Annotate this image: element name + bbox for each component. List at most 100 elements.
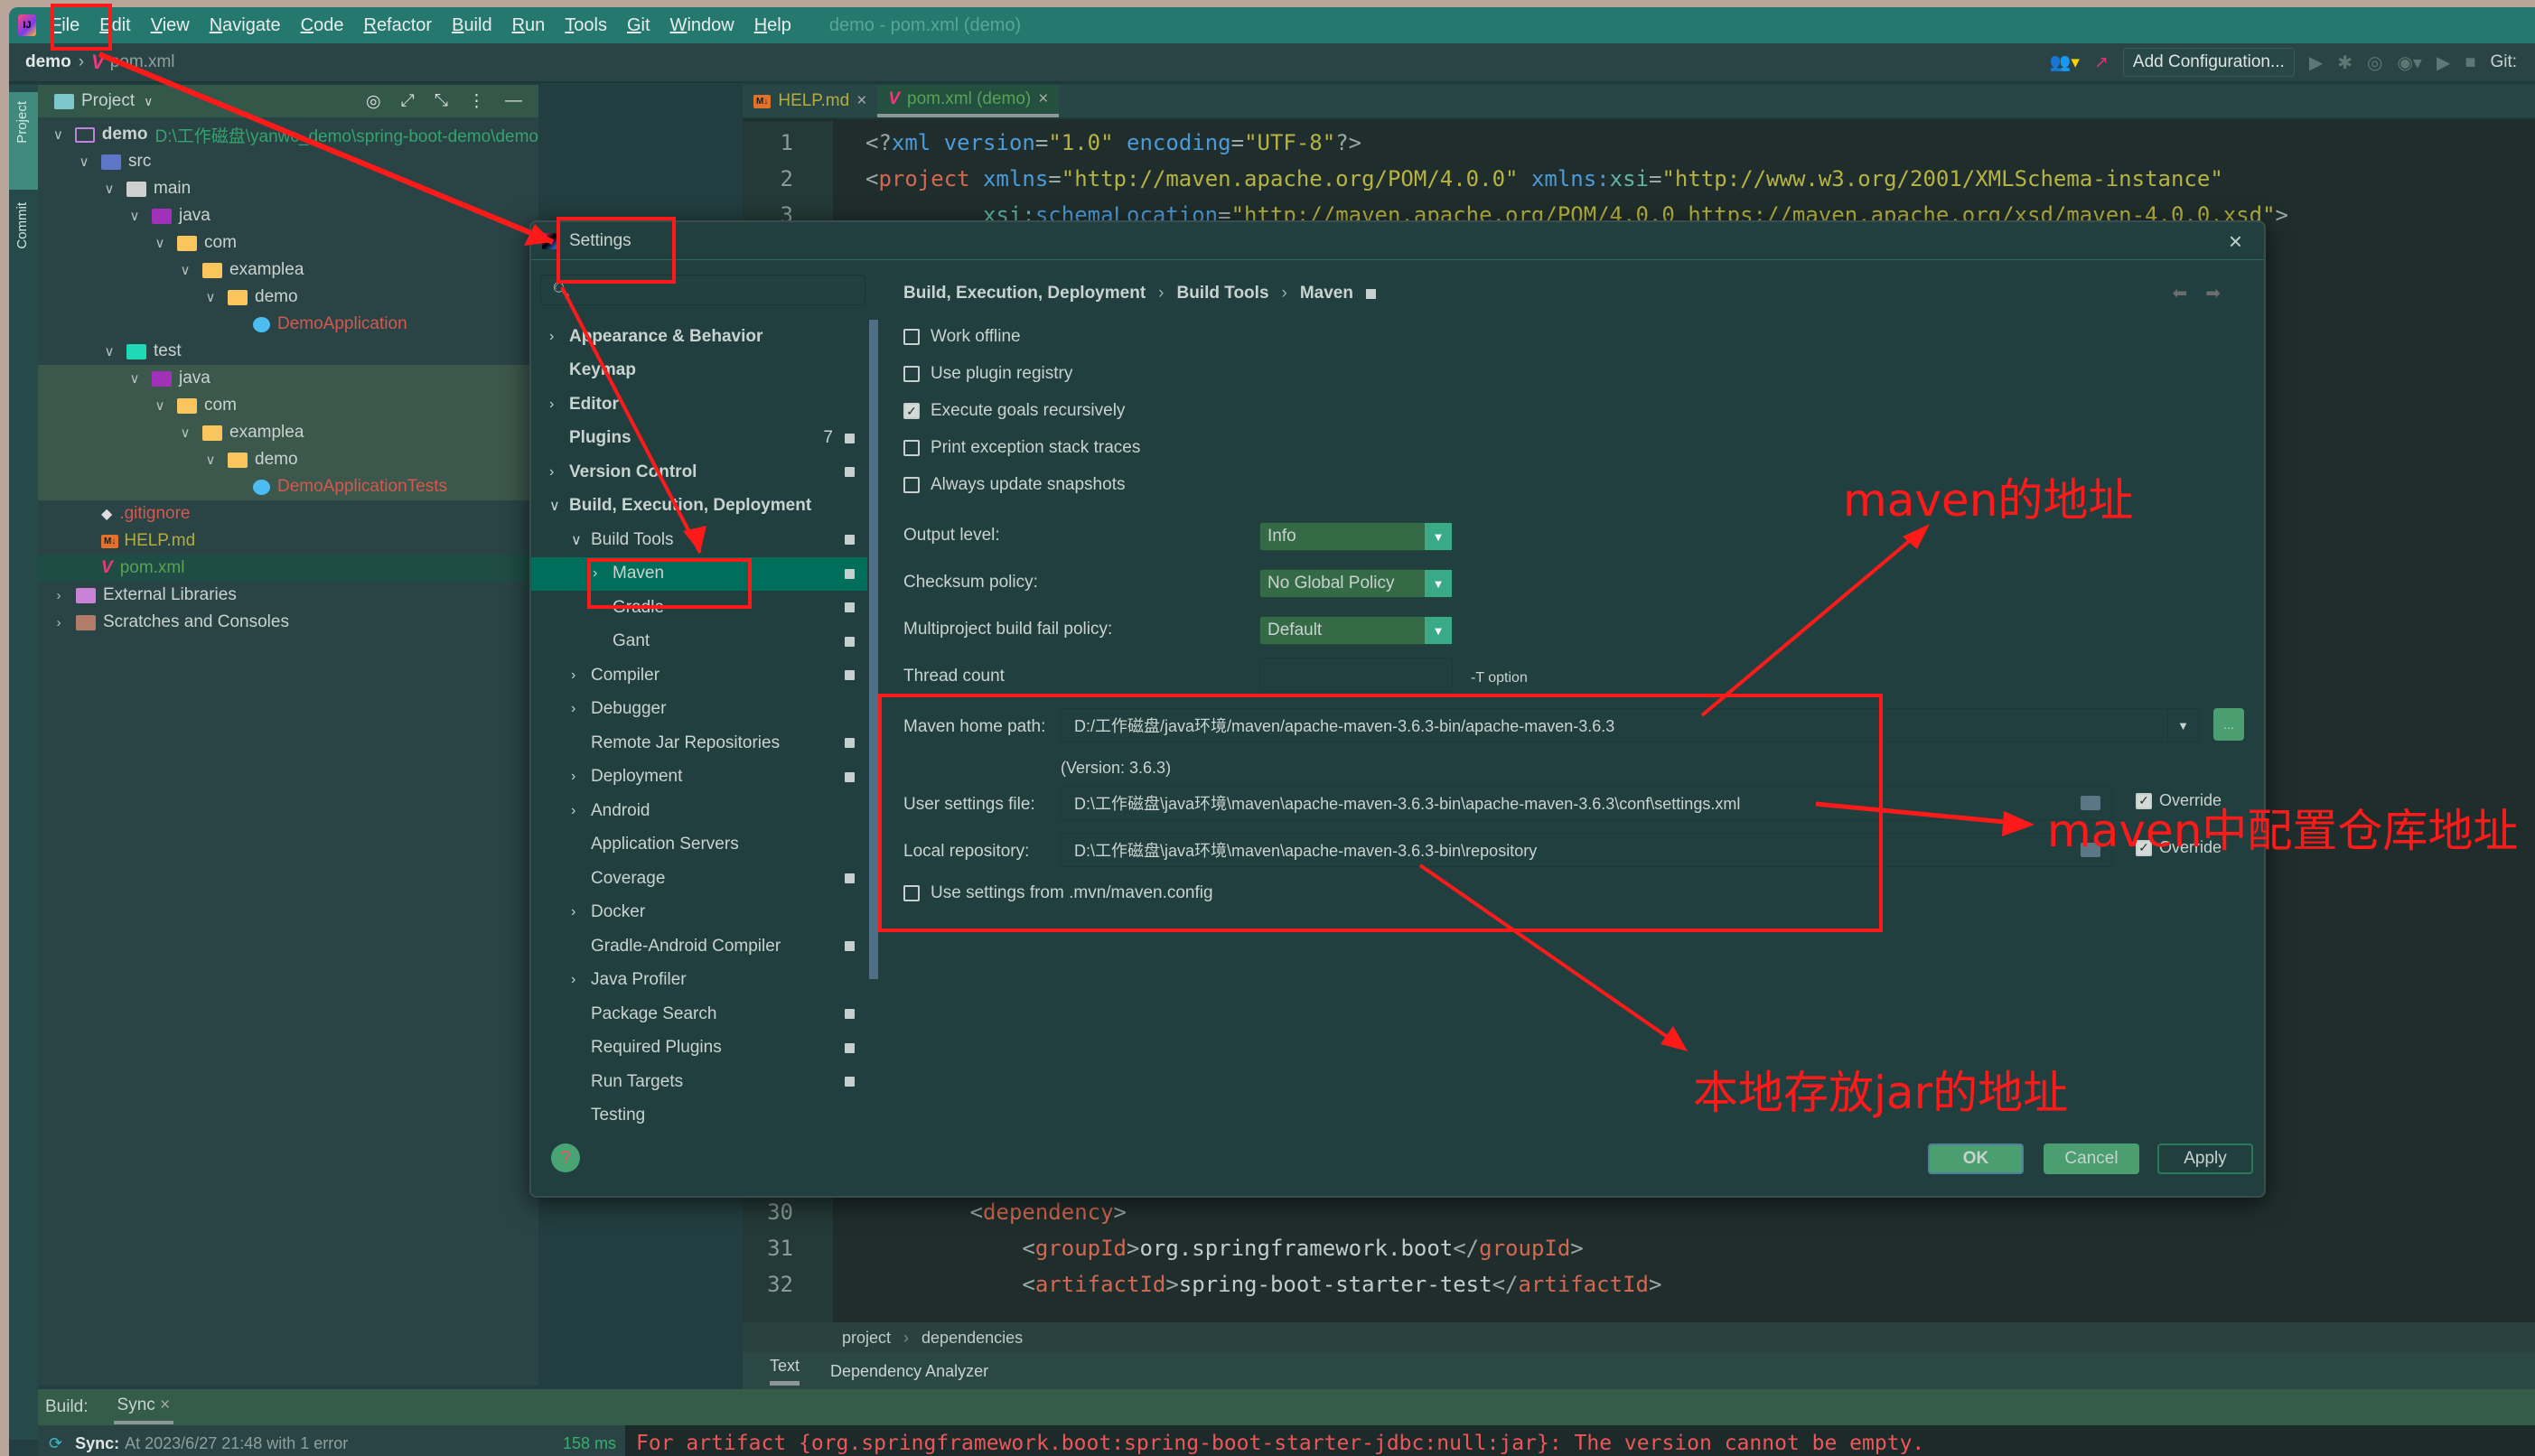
settings-tree-item[interactable]: Gradle-Android Compiler bbox=[531, 929, 867, 964]
run-icon[interactable]: ▶ bbox=[2309, 51, 2323, 74]
maven-option-checkbox[interactable]: Print exception stack traces bbox=[903, 438, 1140, 458]
sync-icon[interactable]: ⟳ bbox=[49, 1434, 62, 1453]
menu-help[interactable]: Help bbox=[754, 15, 791, 36]
close-icon[interactable]: × bbox=[1038, 89, 1048, 109]
tab-dependency-analyzer[interactable]: Dependency Analyzer bbox=[830, 1362, 988, 1381]
settings-tree-item[interactable]: Gradle bbox=[531, 591, 867, 625]
chevron-down-icon[interactable]: ∨ bbox=[126, 370, 143, 387]
back-arrow-icon[interactable]: ⬅ bbox=[2172, 282, 2187, 304]
cancel-button[interactable]: Cancel bbox=[2044, 1143, 2139, 1174]
chevron-down-icon[interactable]: ∨ bbox=[152, 397, 168, 414]
settings-tree-item[interactable]: › Maven bbox=[531, 556, 867, 591]
chevron-right-icon[interactable]: › bbox=[549, 397, 554, 413]
settings-tree-item[interactable]: Plugins 7 bbox=[531, 422, 867, 456]
user-icon[interactable]: 👥▾ bbox=[2050, 51, 2080, 73]
maven-option-checkbox[interactable]: Always update snapshots bbox=[903, 475, 1125, 495]
settings-tree-item[interactable]: › Appearance & Behavior bbox=[531, 320, 867, 354]
settings-tree-item[interactable]: ∨ Build, Execution, Deployment bbox=[531, 490, 867, 524]
expand-all-icon[interactable]: ⤢ bbox=[401, 91, 415, 112]
menu-window[interactable]: Window bbox=[670, 15, 734, 36]
maven-home-input[interactable]: D:/工作磁盘/java环境/maven/apache-maven-3.6.3-… bbox=[1061, 708, 2199, 742]
settings-tree-scrollbar[interactable] bbox=[869, 320, 878, 979]
chevron-right-icon[interactable]: › bbox=[571, 701, 575, 717]
settings-tree-item[interactable]: Application Servers bbox=[531, 828, 867, 863]
settings-tree-item[interactable]: › Java Profiler bbox=[531, 964, 867, 998]
chevron-down-icon[interactable]: ∨ bbox=[177, 425, 193, 441]
menu-navigate[interactable]: Navigate bbox=[210, 15, 281, 36]
menu-run[interactable]: Run bbox=[512, 15, 546, 36]
menu-git[interactable]: Git bbox=[627, 15, 650, 36]
menu-view[interactable]: View bbox=[151, 15, 190, 36]
code-line[interactable]: 2 < project xmlns = "http://maven.apache.org… bbox=[743, 161, 2223, 197]
thread-count-input[interactable] bbox=[1259, 658, 1453, 692]
settings-tree-item[interactable]: Remote Jar Repositories bbox=[531, 726, 867, 761]
user-settings-input[interactable]: D:\工作磁盘\java环境\maven\apache-maven-3.6.3-… bbox=[1061, 786, 2112, 820]
stop-icon[interactable]: ■ bbox=[2465, 52, 2475, 73]
chevron-right-icon[interactable]: › bbox=[549, 329, 554, 345]
chevron-right-icon[interactable]: › bbox=[593, 565, 597, 582]
tree-item[interactable]: ∨ test bbox=[38, 338, 538, 365]
fail-policy-select[interactable]: Default ▼ bbox=[1259, 616, 1453, 645]
breadcrumb-project[interactable]: demo bbox=[25, 52, 71, 72]
chevron-right-icon[interactable]: › bbox=[571, 972, 575, 988]
ok-button[interactable]: OK bbox=[1928, 1143, 2024, 1174]
chevron-down-icon[interactable]: ∨ bbox=[177, 262, 193, 278]
chevron-right-icon[interactable]: › bbox=[571, 904, 575, 920]
tree-item[interactable]: › Scratches and Consoles bbox=[38, 609, 538, 636]
settings-tree-item[interactable]: › Android bbox=[531, 794, 867, 828]
collapse-all-icon[interactable]: ⤡ bbox=[435, 91, 448, 112]
chevron-down-icon[interactable]: ∨ bbox=[152, 235, 168, 251]
settings-tree-item[interactable]: Keymap bbox=[531, 354, 867, 388]
chevron-down-icon[interactable]: ∨ bbox=[101, 343, 117, 359]
code-line[interactable]: 1 <? xml version = "1.0" encoding = "UTF-8" ?> bbox=[743, 125, 1362, 161]
tree-item[interactable]: ∨ com bbox=[38, 392, 538, 419]
profile-icon[interactable]: ◉▾ bbox=[2397, 51, 2422, 74]
settings-search-input[interactable]: 🔍︎ bbox=[540, 275, 865, 305]
project-view-selector[interactable]: Project bbox=[81, 91, 135, 111]
xml-crumb[interactable]: project bbox=[842, 1329, 891, 1348]
settings-tree-item[interactable]: › Deployment bbox=[531, 761, 867, 795]
chevron-right-icon[interactable]: › bbox=[51, 588, 67, 603]
chevron-right-icon[interactable]: › bbox=[571, 803, 575, 819]
menu-tools[interactable]: Tools bbox=[565, 15, 607, 36]
locate-icon[interactable]: ◎ bbox=[366, 91, 381, 112]
add-configuration-button[interactable]: Add Configuration... bbox=[2122, 48, 2295, 77]
code-line[interactable]: 31 < groupId > org.springframework.boot </gr… bbox=[743, 1230, 1584, 1266]
chevron-down-icon[interactable]: ∨ bbox=[101, 181, 117, 197]
tree-item[interactable]: ∨ java bbox=[38, 202, 538, 229]
close-icon[interactable]: × bbox=[160, 1395, 170, 1414]
output-level-select[interactable]: Info ▼ bbox=[1259, 522, 1453, 551]
chevron-down-icon[interactable]: ∨ bbox=[126, 208, 143, 224]
tab-sync[interactable]: Sync × bbox=[113, 1390, 174, 1424]
xml-crumb[interactable]: dependencies bbox=[921, 1329, 1023, 1348]
chevron-down-icon[interactable]: ∨ bbox=[51, 126, 66, 143]
tree-item[interactable]: ◆ .gitignore bbox=[38, 500, 538, 527]
settings-tree-item[interactable]: Package Search bbox=[531, 997, 867, 1031]
tree-item[interactable]: ∨ java bbox=[38, 365, 538, 392]
menu-edit[interactable]: Edit bbox=[99, 15, 130, 36]
settings-tree-item[interactable]: › Version Control bbox=[531, 455, 867, 490]
help-icon[interactable]: ? bbox=[551, 1143, 580, 1172]
maven-option-checkbox[interactable]: Work offline bbox=[903, 327, 1021, 347]
code-line[interactable]: 30 < dependency > bbox=[743, 1194, 1127, 1230]
run-next-icon[interactable]: ▶ bbox=[2437, 51, 2450, 74]
hammer-icon[interactable]: ↗ bbox=[2094, 52, 2109, 73]
commit-tool-tab[interactable]: Commit bbox=[9, 197, 38, 287]
tree-item[interactable]: ∨ examplea bbox=[38, 419, 538, 446]
menu-refactor[interactable]: Refactor bbox=[363, 15, 432, 36]
code-line[interactable]: 32 < artifactId > spring-boot-starter-test <… bbox=[743, 1266, 1661, 1302]
tree-item[interactable]: ∨ demo D:\工作磁盘\yanwc_demo\spring-boot-demo… bbox=[38, 121, 538, 148]
debug-icon[interactable]: ✱ bbox=[2337, 51, 2353, 74]
checksum-policy-select[interactable]: No Global Policy ▼ bbox=[1259, 569, 1453, 598]
use-mvn-config-checkbox[interactable]: Use settings from .mvn/maven.config bbox=[903, 883, 1213, 903]
coverage-icon[interactable]: ◎ bbox=[2367, 51, 2382, 74]
tree-item[interactable]: M↓ HELP.md bbox=[38, 527, 538, 555]
chevron-right-icon[interactable]: › bbox=[571, 769, 575, 785]
settings-tree-item[interactable]: Run Targets bbox=[531, 1065, 867, 1099]
hide-icon[interactable]: — bbox=[505, 91, 522, 112]
settings-tree-item[interactable]: › Debugger bbox=[531, 693, 867, 727]
tab-text[interactable]: Text bbox=[770, 1357, 800, 1386]
tree-item[interactable]: ∨ demo bbox=[38, 284, 538, 311]
chevron-down-icon[interactable]: ∨ bbox=[202, 289, 219, 305]
tree-item[interactable]: ∨ examplea bbox=[38, 257, 538, 284]
